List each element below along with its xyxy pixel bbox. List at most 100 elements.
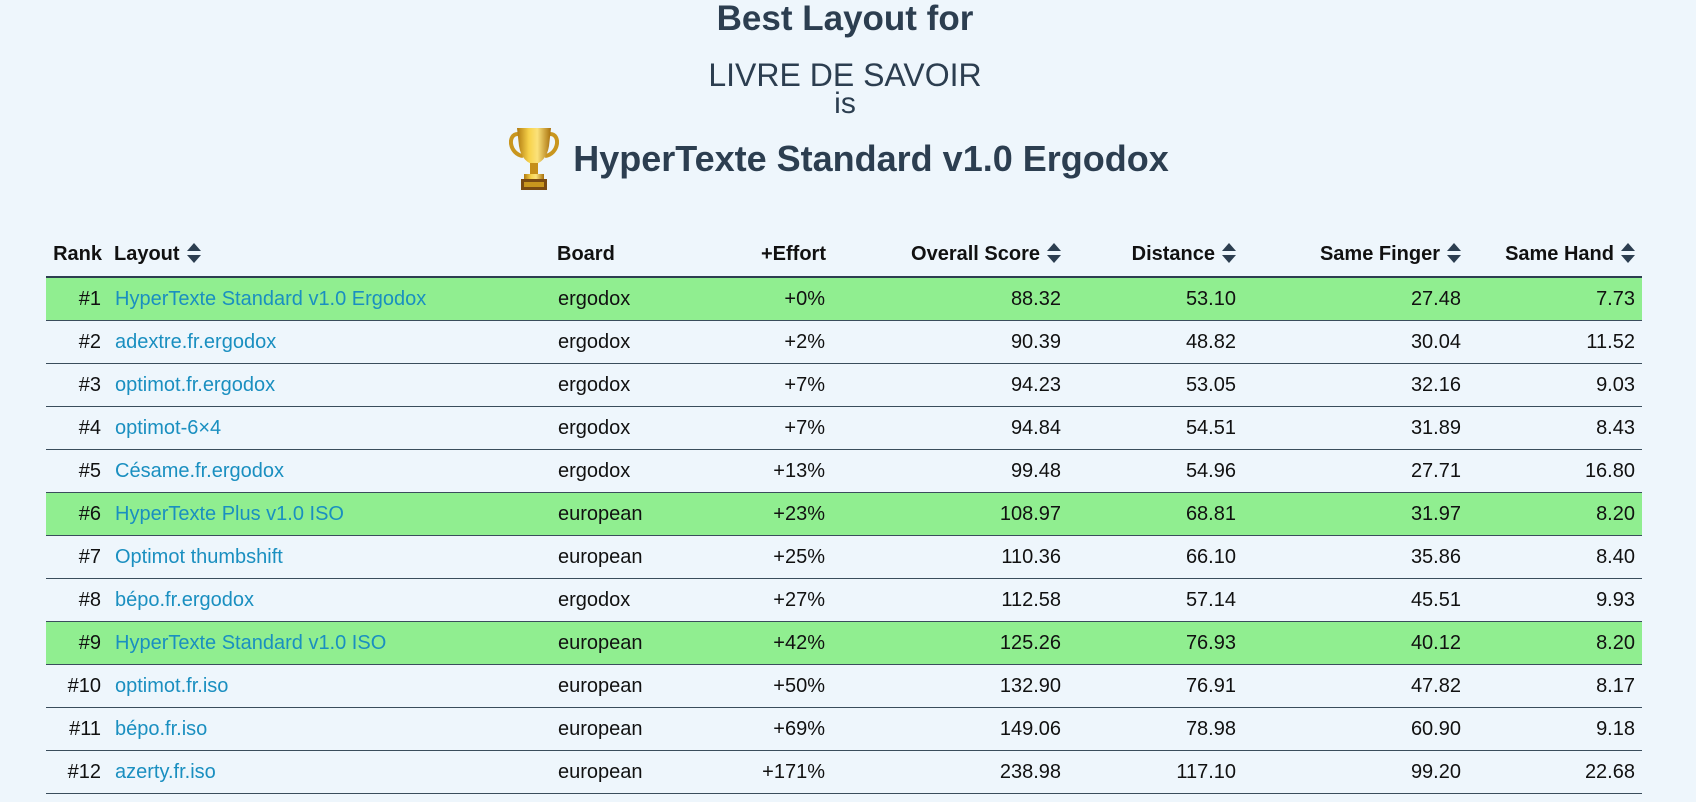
layout-link[interactable]: Optimot thumbshift xyxy=(108,535,551,579)
effort-cell: +2% xyxy=(704,320,832,364)
distance-cell: 53.05 xyxy=(1068,363,1243,407)
board-cell: ergodox xyxy=(551,363,704,407)
rank-cell: #2 xyxy=(46,320,108,364)
overall-score-cell: 132.90 xyxy=(832,664,1068,708)
same-hand-cell: 8.43 xyxy=(1468,406,1642,450)
overall-score-cell: 110.36 xyxy=(832,535,1068,579)
overall-score-cell: 90.39 xyxy=(832,320,1068,364)
table-row: #11 bépo.fr.iso european +69% 149.06 78.98 60.… xyxy=(46,707,1642,751)
rank-cell: #11 xyxy=(46,707,108,751)
overall-score-cell: 149.06 xyxy=(832,707,1068,751)
rank-cell: #9 xyxy=(46,621,108,665)
column-header-board: Board xyxy=(551,233,704,278)
column-header-overall-score[interactable]: Overall Score xyxy=(832,233,1068,278)
same-hand-cell: 9.93 xyxy=(1468,578,1642,622)
layout-link[interactable]: HyperTexte Plus v1.0 ISO xyxy=(108,492,551,536)
rank-cell: #7 xyxy=(46,535,108,579)
same-finger-cell: 99.20 xyxy=(1243,750,1468,794)
same-hand-cell: 8.40 xyxy=(1468,535,1642,579)
rank-cell: #12 xyxy=(46,750,108,794)
board-cell: ergodox xyxy=(551,277,704,321)
board-cell: european xyxy=(551,707,704,751)
rank-cell: #4 xyxy=(46,406,108,450)
distance-cell: 76.93 xyxy=(1068,621,1243,665)
table-row: #7 Optimot thumbshift european +25% 110.36 66… xyxy=(46,535,1642,579)
column-header-same-hand[interactable]: Same Hand xyxy=(1468,233,1642,278)
same-hand-cell: 9.03 xyxy=(1468,363,1642,407)
overall-score-cell: 238.98 xyxy=(832,750,1068,794)
board-cell: european xyxy=(551,621,704,665)
same-finger-cell: 27.48 xyxy=(1243,277,1468,321)
effort-cell: +42% xyxy=(704,621,832,665)
sort-icon[interactable] xyxy=(1446,242,1462,264)
effort-cell: +7% xyxy=(704,406,832,450)
effort-cell: +0% xyxy=(704,277,832,321)
ranking-table-body: #1 HyperTexte Standard v1.0 Ergodox ergodo… xyxy=(46,277,1642,794)
layout-link[interactable]: HyperTexte Standard v1.0 ISO xyxy=(108,621,551,665)
distance-cell: 48.82 xyxy=(1068,320,1243,364)
layout-link[interactable]: adextre.fr.ergodox xyxy=(108,320,551,364)
same-hand-cell: 7.73 xyxy=(1468,277,1642,321)
layout-link[interactable]: optimot.fr.ergodox xyxy=(108,363,551,407)
layout-link[interactable]: Césame.fr.ergodox xyxy=(108,449,551,493)
sort-icon[interactable] xyxy=(186,242,202,264)
rank-cell: #8 xyxy=(46,578,108,622)
layout-link[interactable]: azerty.fr.iso xyxy=(108,750,551,794)
column-header-layout[interactable]: Layout xyxy=(108,233,551,278)
layout-link[interactable]: HyperTexte Standard v1.0 Ergodox xyxy=(108,277,551,321)
board-cell: european xyxy=(551,492,704,536)
board-cell: ergodox xyxy=(551,578,704,622)
table-row: #8 bépo.fr.ergodox ergodox +27% 112.58 57.14 4… xyxy=(46,578,1642,622)
table-row: #6 HyperTexte Plus v1.0 ISO european +23% 10… xyxy=(46,492,1642,536)
same-finger-cell: 32.16 xyxy=(1243,363,1468,407)
distance-cell: 117.10 xyxy=(1068,750,1243,794)
table-row: #9 HyperTexte Standard v1.0 ISO european +4… xyxy=(46,621,1642,665)
table-header-row: Rank Layout Board +Effort Overall Score … xyxy=(46,233,1642,278)
table-row: #1 HyperTexte Standard v1.0 Ergodox ergodo… xyxy=(46,277,1642,321)
effort-cell: +7% xyxy=(704,363,832,407)
same-hand-cell: 8.17 xyxy=(1468,664,1642,708)
rank-cell: #3 xyxy=(46,363,108,407)
column-header-same-finger[interactable]: Same Finger xyxy=(1243,233,1468,278)
effort-cell: +13% xyxy=(704,449,832,493)
same-hand-cell: 16.80 xyxy=(1468,449,1642,493)
layout-link[interactable]: optimot-6×4 xyxy=(108,406,551,450)
page-header: Best Layout for LIVRE DE SAVOIR is Hyper… xyxy=(0,0,1696,205)
board-cell: european xyxy=(551,750,704,794)
rank-cell: #6 xyxy=(46,492,108,536)
board-cell: ergodox xyxy=(551,449,704,493)
same-finger-cell: 30.04 xyxy=(1243,320,1468,364)
column-header-effort: +Effort xyxy=(704,233,832,278)
same-hand-cell: 8.20 xyxy=(1468,492,1642,536)
overall-score-cell: 94.84 xyxy=(832,406,1068,450)
layout-link[interactable]: bépo.fr.iso xyxy=(108,707,551,751)
same-hand-cell: 11.52 xyxy=(1468,320,1642,364)
layout-link[interactable]: optimot.fr.iso xyxy=(108,664,551,708)
overall-score-cell: 99.48 xyxy=(832,449,1068,493)
layout-link[interactable]: bépo.fr.ergodox xyxy=(108,578,551,622)
sort-icon[interactable] xyxy=(1046,242,1062,264)
table-row: #5 Césame.fr.ergodox ergodox +13% 99.48 54.96… xyxy=(46,449,1642,493)
board-cell: european xyxy=(551,664,704,708)
rank-cell: #5 xyxy=(46,449,108,493)
effort-cell: +27% xyxy=(704,578,832,622)
ranking-table: Rank Layout Board +Effort Overall Score … xyxy=(46,233,1642,794)
same-finger-cell: 35.86 xyxy=(1243,535,1468,579)
effort-cell: +171% xyxy=(704,750,832,794)
winner-layout-name: HyperTexte Standard v1.0 Ergodox xyxy=(573,138,1169,179)
rank-cell: #10 xyxy=(46,664,108,708)
distance-cell: 54.96 xyxy=(1068,449,1243,493)
column-header-distance[interactable]: Distance xyxy=(1068,233,1243,278)
board-cell: ergodox xyxy=(551,320,704,364)
same-finger-cell: 47.82 xyxy=(1243,664,1468,708)
distance-cell: 54.51 xyxy=(1068,406,1243,450)
same-finger-cell: 31.89 xyxy=(1243,406,1468,450)
sort-icon[interactable] xyxy=(1620,242,1636,264)
distance-cell: 57.14 xyxy=(1068,578,1243,622)
table-row: #3 optimot.fr.ergodox ergodox +7% 94.23 53.05… xyxy=(46,363,1642,407)
sort-icon[interactable] xyxy=(1221,242,1237,264)
same-hand-cell: 8.20 xyxy=(1468,621,1642,665)
table-row: #4 optimot-6×4 ergodox +7% 94.84 54.51 31.89 8.… xyxy=(46,406,1642,450)
table-row: #10 optimot.fr.iso european +50% 132.90 76.91… xyxy=(46,664,1642,708)
board-cell: european xyxy=(551,535,704,579)
